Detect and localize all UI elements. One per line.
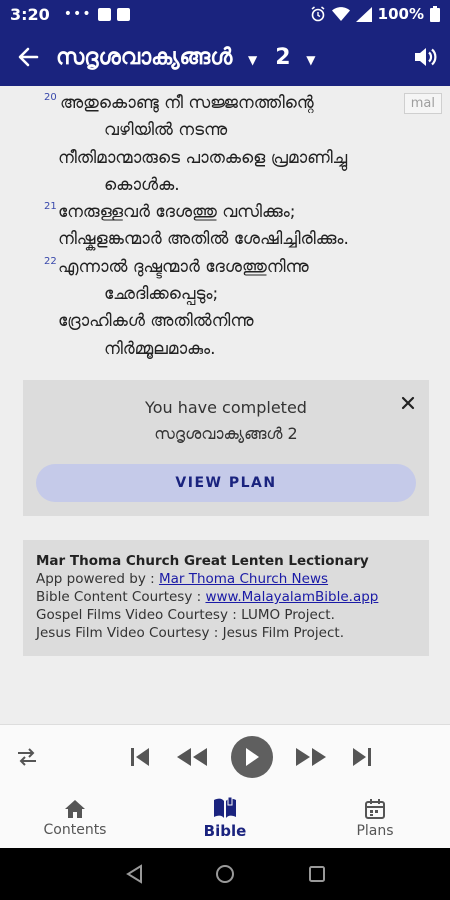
- status-bar: 3:20 ••• 100%: [0, 0, 450, 28]
- verse-number: 20: [44, 92, 57, 103]
- verse-line: 22 എന്നാൽ ദുഷ്ടന്മാർ ദേശത്തുനിന്നു: [0, 254, 400, 281]
- rewind-button[interactable]: [173, 743, 211, 771]
- verse-text: നേരുള്ളവർ ദേശത്തു വസിക്കും;: [58, 202, 296, 223]
- completed-chapter: സദൃശവാക്യങ്ങൾ 2: [154, 424, 298, 443]
- repeat-mode-icon: [18, 748, 36, 766]
- fast-forward-icon: [296, 748, 326, 766]
- circle-home-icon: [216, 865, 234, 883]
- more-notifications-icon: •••: [63, 6, 92, 22]
- verse-line: നിർമ്മൂലമാകും.: [0, 336, 400, 363]
- verse-text: നിർമ്മൂലമാകും.: [104, 338, 216, 359]
- bottom-navigation: Contents Bible Plans: [0, 788, 450, 848]
- nav-contents-label: Contents: [43, 821, 107, 838]
- verse-text: അതുകൊണ്ടു നീ സജ്ജനത്തിന്റെ: [60, 93, 314, 113]
- battery-icon: [430, 6, 440, 22]
- rewind-icon: [177, 748, 207, 766]
- verse-text: ദ്രോഹികൾ അതിൽനിന്നു: [58, 311, 254, 332]
- wifi-icon: [331, 7, 350, 21]
- verse-number: 21: [44, 201, 57, 213]
- home-icon: [65, 799, 85, 818]
- nav-plans[interactable]: Plans: [300, 788, 450, 848]
- language-badge[interactable]: mal: [403, 93, 442, 114]
- verse-text: എന്നാൽ ദുഷ്ടന്മാർ ദേശത്തുനിന്നു: [58, 256, 309, 277]
- dropdown-caret-icon: ▼: [247, 52, 258, 67]
- gospel-films-line: Gospel Films Video Courtesy : LUMO Proje…: [36, 607, 335, 623]
- nav-bible[interactable]: Bible: [150, 788, 300, 848]
- verse-text: നിഷ്കളങ്കന്മാർ അതിൽ ശേഷിച്ചിരിക്കും.: [58, 229, 349, 250]
- triangle-back-icon: [126, 864, 142, 884]
- skip-next-icon: [353, 748, 371, 766]
- verse-number: 22: [44, 255, 57, 267]
- nav-plans-label: Plans: [356, 822, 394, 839]
- system-navigation-bar: [0, 848, 450, 900]
- bible-courtesy-line: Bible Content Courtesy : www.MalayalamBi…: [36, 588, 416, 606]
- arrow-back-icon: [18, 47, 39, 67]
- verse-line: 20 അതുകൊണ്ടു നീ സജ്ജനത്തിന്റെ: [0, 90, 400, 117]
- powered-by-label: App powered by :: [36, 571, 159, 587]
- battery-percent: 100%: [377, 5, 424, 23]
- verse-line: വഴിയിൽ നടന്നു: [0, 117, 400, 144]
- previous-chapter-button[interactable]: [126, 743, 154, 771]
- play-icon: [246, 748, 259, 766]
- book-icon: [214, 796, 236, 818]
- verse-line: 21 നേരുള്ളവർ ദേശത്തു വസിക്കും;: [0, 199, 400, 226]
- verse-line: നീതിമാന്മാരുടെ പാതകളെ പ്രമാണിച്ചു: [0, 145, 400, 172]
- alarm-icon: [311, 6, 325, 22]
- audio-button[interactable]: [400, 28, 450, 86]
- playback-mode-button[interactable]: [14, 745, 40, 769]
- screen: 3:20 ••• 100% സദൃശവാക്യങ്ങൾ ▼ 2 ▼ mal 20…: [0, 0, 450, 900]
- credits-card: Mar Thoma Church Great Lenten Lectionary…: [23, 540, 429, 656]
- verse-text: കൊൾക.: [104, 174, 180, 195]
- skip-previous-icon: [131, 748, 149, 766]
- verse-line: ഛേദിക്കപ്പെടും;: [0, 281, 400, 308]
- powered-by-line: App powered by : Mar Thoma Church News: [36, 570, 416, 588]
- notification-square-icon: [97, 7, 111, 21]
- nav-bible-label: Bible: [203, 821, 247, 840]
- completed-message: You have completed: [145, 398, 307, 417]
- status-time: 3:20: [10, 4, 50, 24]
- view-plan-button[interactable]: VIEW PLAN: [36, 464, 416, 502]
- notification-square-icon: [116, 7, 130, 21]
- bible-courtesy-label: Bible Content Courtesy :: [36, 589, 206, 605]
- audio-player: [0, 724, 450, 788]
- verse-text: വഴിയിൽ നടന്നു: [104, 120, 228, 141]
- next-chapter-button[interactable]: [348, 743, 376, 771]
- square-recents-icon: [309, 866, 325, 882]
- system-recents-button[interactable]: [305, 862, 329, 886]
- plan-completed-card: You have completed സദൃശവാക്യങ്ങൾ 2 VIEW …: [23, 380, 429, 516]
- nav-contents[interactable]: Contents: [0, 788, 150, 848]
- fast-forward-button[interactable]: [292, 743, 330, 771]
- verse-line: ദ്രോഹികൾ അതിൽനിന്നു: [0, 308, 400, 335]
- dropdown-caret-icon: ▼: [306, 52, 316, 67]
- notification-icons: •••: [64, 6, 130, 22]
- volume-icon: [415, 48, 437, 66]
- verse-line: നിഷ്കളങ്കന്മാർ അതിൽ ശേഷിച്ചിരിക്കും.: [0, 226, 400, 253]
- reading-area[interactable]: mal 20 അതുകൊണ്ടു നീ സജ്ജനത്തിന്റെ വഴിയിൽ…: [0, 86, 450, 724]
- mar-thoma-news-link[interactable]: Mar Thoma Church News: [159, 571, 328, 587]
- book-title: സദൃശവാക്യങ്ങൾ: [56, 44, 233, 70]
- chapter-number: 2: [275, 44, 291, 70]
- book-selector[interactable]: സദൃശവാക്യങ്ങൾ ▼: [56, 45, 257, 70]
- system-home-button[interactable]: [213, 862, 237, 886]
- calendar-icon: [365, 798, 385, 819]
- app-bar: സദൃശവാക്യങ്ങൾ ▼ 2 ▼: [0, 28, 450, 86]
- back-button[interactable]: [0, 28, 56, 86]
- play-button[interactable]: [231, 736, 273, 778]
- system-back-button[interactable]: [122, 862, 146, 886]
- credits-heading: Mar Thoma Church Great Lenten Lectionary: [36, 553, 369, 569]
- verse-text: നീതിമാന്മാരുടെ പാതകളെ പ്രമാണിച്ചു: [58, 147, 348, 168]
- signal-icon: [355, 6, 372, 22]
- verse-list: 20 അതുകൊണ്ടു നീ സജ്ജനത്തിന്റെ വഴിയിൽ നടന…: [0, 90, 400, 363]
- verse-text: ഛേദിക്കപ്പെടും;: [104, 284, 219, 305]
- verse-line: കൊൾക.: [0, 172, 400, 199]
- malayalam-bible-link[interactable]: www.MalayalamBible.app: [205, 589, 378, 605]
- status-right: 100%: [310, 5, 440, 23]
- jesus-film-line: Jesus Film Video Courtesy : Jesus Film P…: [36, 625, 344, 641]
- chapter-selector[interactable]: 2 ▼: [275, 45, 315, 70]
